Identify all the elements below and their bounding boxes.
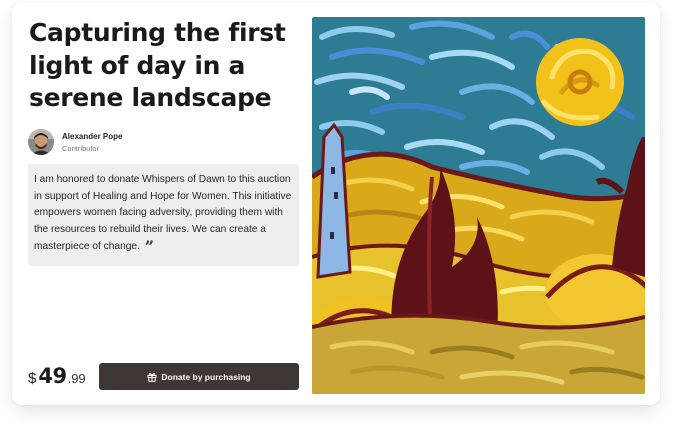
quote-text: I am honored to donate Whispers of Dawn … — [34, 174, 292, 252]
avatar[interactable] — [28, 129, 54, 155]
gift-icon — [147, 372, 157, 382]
author-name[interactable]: Alexander Pope — [62, 131, 122, 142]
donor-quote: I am honored to donate Whispers of Dawn … — [28, 164, 299, 266]
artwork-image[interactable] — [312, 17, 645, 394]
price: $ 49 .99 — [28, 364, 86, 388]
price-amount: 49 — [38, 364, 67, 388]
quote-icon: ” — [144, 236, 154, 256]
author-block[interactable]: Alexander Pope Contributor — [28, 129, 122, 155]
product-card: Capturing the first light of day in a se… — [12, 3, 660, 405]
donate-label: Donate by purchasing — [161, 371, 251, 382]
price-currency: $ — [28, 370, 37, 387]
page-title: Capturing the first light of day in a se… — [29, 18, 286, 112]
donate-button[interactable]: Donate by purchasing — [99, 363, 299, 390]
author-role: Contributor — [62, 143, 100, 153]
price-cents: .99 — [67, 371, 86, 386]
